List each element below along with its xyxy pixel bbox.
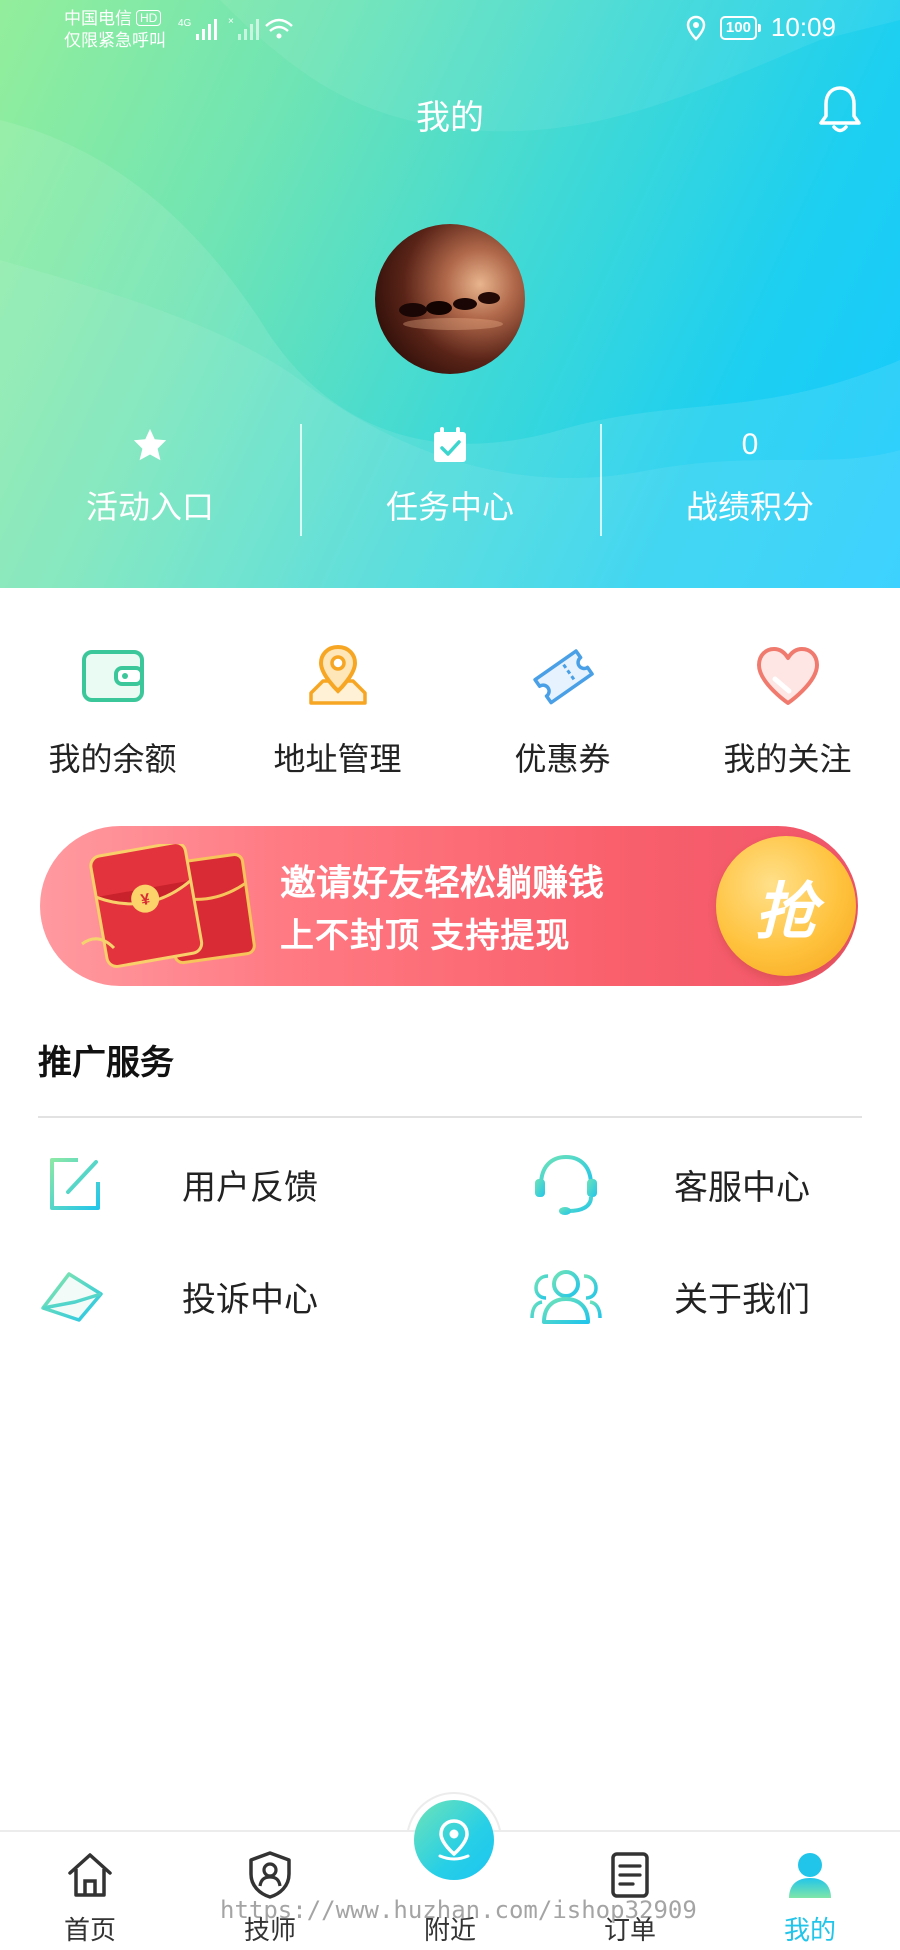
- star-icon: [133, 428, 167, 461]
- stat-label: 战绩积分: [685, 489, 814, 525]
- tab-label: 首页: [63, 1915, 116, 1945]
- status-right: 100 10:09: [686, 12, 836, 43]
- carrier-name: 中国电信: [64, 9, 132, 28]
- service-label: 关于我们: [674, 1280, 810, 1319]
- envelope-icon: [39, 1272, 107, 1324]
- tab-label: 我的: [783, 1915, 836, 1945]
- ticket-icon: [532, 649, 594, 705]
- grab-button[interactable]: 抢: [716, 836, 856, 976]
- quick-action-label: 优惠券: [514, 741, 611, 777]
- wallet-icon: [81, 650, 144, 702]
- watermark-text: https://www.huzhan.com/ishop32909: [220, 1896, 697, 1924]
- users-icon: [530, 1270, 602, 1324]
- invite-banner[interactable]: ¥ 邀请好友轻松躺赚钱 上不封顶 支持提现 抢: [40, 826, 858, 986]
- section-title: 推广服务: [38, 1044, 174, 1082]
- section-divider: [38, 1116, 862, 1118]
- quick-action-label: 地址管理: [273, 741, 402, 777]
- nearby-center-button[interactable]: [414, 1800, 494, 1880]
- quick-action-label: 我的余额: [48, 741, 177, 777]
- red-envelope-icon: ¥: [81, 844, 256, 968]
- emergency-text: 仅限紧急呼叫: [64, 31, 166, 50]
- shield-user-icon: [249, 1851, 291, 1899]
- quick-action-label: 我的关注: [723, 741, 852, 777]
- calendar-check-icon: [434, 427, 466, 462]
- status-bar: 中国电信 HD 仅限紧急呼叫 4G × 100 10:09: [0, 0, 900, 60]
- banner-title: 邀请好友轻松躺赚钱: [280, 862, 605, 903]
- location-icon: [686, 15, 706, 41]
- svg-text:4G: 4G: [178, 18, 192, 29]
- stat-score-points[interactable]: 0 战绩积分: [600, 420, 900, 540]
- stat-label: 活动入口: [85, 489, 214, 525]
- banner-subtitle: 上不封顶 支持提现: [280, 917, 571, 955]
- stats-row: 活动入口 任务中心 0 战绩积分: [0, 420, 900, 540]
- tab-home[interactable]: 首页: [30, 1832, 150, 1950]
- edit-icon: [50, 1158, 100, 1210]
- tab-mine[interactable]: 我的: [750, 1832, 870, 1950]
- home-icon: [68, 1853, 112, 1897]
- hd-badge: HD: [136, 10, 162, 26]
- quick-action-coupons[interactable]: 优惠券: [450, 640, 675, 780]
- quick-action-favorites[interactable]: 我的关注: [675, 640, 900, 780]
- heart-icon: [756, 647, 819, 705]
- user-icon: [789, 1853, 831, 1898]
- bell-icon[interactable]: [818, 84, 862, 134]
- headset-icon: [535, 1154, 597, 1215]
- service-label: 投诉中心: [182, 1280, 318, 1319]
- quick-action-address[interactable]: 地址管理: [225, 640, 450, 780]
- location-pin-icon: [308, 644, 367, 705]
- stat-activity-entry[interactable]: 活动入口: [0, 420, 300, 540]
- battery-indicator: 100: [719, 15, 761, 40]
- quick-actions: 我的余额 地址管理 优惠券 我的关注: [0, 640, 900, 780]
- service-user-feedback[interactable]: 用户反馈: [38, 1148, 318, 1220]
- location-pin-icon: [438, 1819, 470, 1861]
- order-list-icon: [611, 1852, 649, 1898]
- avatar-photo: [399, 292, 503, 330]
- service-label: 用户反馈: [182, 1168, 318, 1207]
- signal-wifi-icon: 4G ×: [178, 16, 293, 40]
- avatar[interactable]: [375, 224, 525, 374]
- service-about-us[interactable]: 关于我们: [530, 1260, 810, 1332]
- stat-value: 0: [741, 428, 759, 461]
- quick-action-balance[interactable]: 我的余额: [0, 640, 225, 780]
- clock: 10:09: [770, 12, 836, 42]
- stat-task-center[interactable]: 任务中心: [300, 420, 600, 540]
- tab-technician[interactable]: 技师: [210, 1832, 330, 1950]
- carrier-info: 中国电信 HD 仅限紧急呼叫: [64, 8, 166, 52]
- stat-label: 任务中心: [385, 489, 514, 525]
- service-customer-center[interactable]: 客服中心: [530, 1148, 810, 1220]
- service-complaint-center[interactable]: 投诉中心: [38, 1260, 318, 1332]
- page-title: 我的: [416, 99, 484, 137]
- svg-text:×: ×: [228, 16, 234, 27]
- service-label: 客服中心: [674, 1168, 810, 1207]
- profile-header: 中国电信 HD 仅限紧急呼叫 4G × 100 10:09 我的 活动入口 任务…: [0, 0, 900, 588]
- tab-orders[interactable]: 订单: [570, 1832, 690, 1950]
